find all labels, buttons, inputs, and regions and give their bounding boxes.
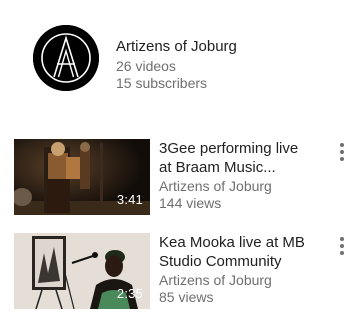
video-list-item[interactable]: 3:41 3Gee performing live at Braam Music…	[0, 139, 360, 219]
video-list-item[interactable]: 2:35 Kea Mooka live at MB Studio Communi…	[0, 233, 360, 313]
menu-dot	[340, 143, 344, 147]
video-title-line: Kea Mooka live at MB	[159, 234, 305, 251]
channel-avatar[interactable]	[33, 25, 99, 91]
more-vert-icon[interactable]	[334, 235, 350, 257]
video-title[interactable]: 3Gee performing live at Braam Music...	[159, 139, 329, 177]
video-duration: 3:41	[116, 192, 143, 207]
video-channel-name: Artizens of Joburg	[159, 178, 272, 194]
channel-name[interactable]: Artizens of Joburg	[116, 38, 237, 56]
channel-header[interactable]: Artizens of Joburg 26 videos 15 subscrib…	[0, 0, 360, 120]
video-thumbnail[interactable]: 3:41	[14, 139, 150, 215]
menu-dot	[340, 150, 344, 154]
channel-subscriber-count: 15 subscribers	[116, 75, 208, 91]
channel-video-count: 26 videos	[116, 58, 176, 74]
artizens-logo-icon	[33, 25, 99, 91]
video-title[interactable]: Kea Mooka live at MB Studio Community	[159, 233, 329, 271]
video-view-count: 144 views	[159, 195, 222, 211]
video-channel-name: Artizens of Joburg	[159, 272, 272, 288]
video-duration: 2:35	[116, 286, 143, 301]
menu-dot	[340, 244, 344, 248]
video-thumbnail[interactable]: 2:35	[14, 233, 150, 309]
video-title-line: Studio Community	[159, 253, 282, 270]
video-view-count: 85 views	[159, 289, 214, 305]
more-vert-icon[interactable]	[334, 141, 350, 163]
video-title-line: 3Gee performing live	[159, 140, 299, 157]
menu-dot	[340, 251, 344, 255]
menu-dot	[340, 157, 344, 161]
menu-dot	[340, 237, 344, 241]
video-title-line: at Braam Music...	[159, 159, 276, 176]
